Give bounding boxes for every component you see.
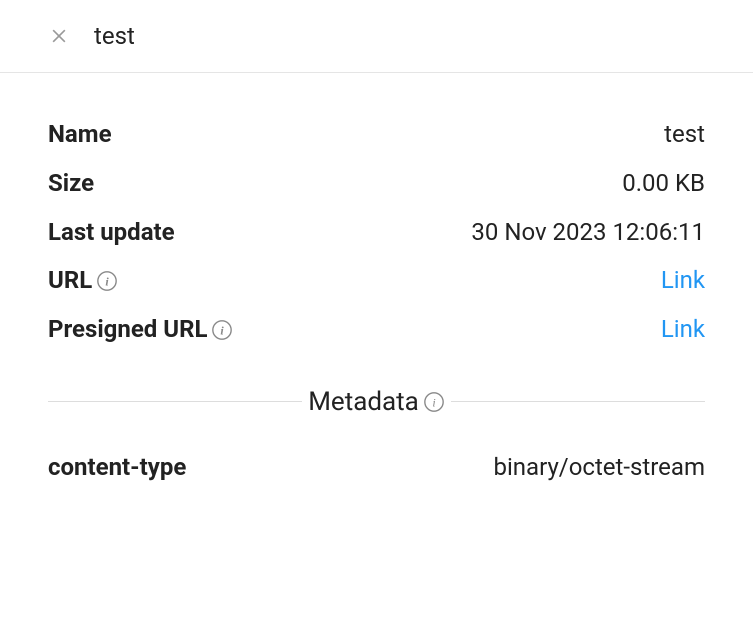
detail-row-last-update: Last update 30 Nov 2023 12:06:11 — [48, 215, 705, 250]
divider-line — [451, 401, 705, 402]
presigned-url-label: Presigned URL i — [48, 312, 233, 347]
presigned-url-link[interactable]: Link — [661, 312, 705, 347]
content-type-value: binary/octet-stream — [493, 453, 705, 481]
info-icon[interactable]: i — [423, 391, 445, 413]
url-label-text: URL — [48, 263, 92, 298]
detail-row-presigned-url: Presigned URL i Link — [48, 312, 705, 347]
details-content: Name test Size 0.00 KB Last update 30 No… — [0, 73, 753, 481]
last-update-value: 30 Nov 2023 12:06:11 — [471, 215, 705, 250]
metadata-row-content-type: content-type binary/octet-stream — [48, 453, 705, 481]
svg-text:i: i — [221, 323, 225, 337]
detail-row-url: URL i Link — [48, 263, 705, 298]
info-icon[interactable]: i — [211, 319, 233, 341]
svg-text:i: i — [106, 274, 110, 288]
presigned-url-label-text: Presigned URL — [48, 312, 207, 347]
content-type-label: content-type — [48, 453, 186, 481]
svg-text:i: i — [432, 396, 435, 410]
info-icon[interactable]: i — [96, 270, 118, 292]
detail-row-size: Size 0.00 KB — [48, 166, 705, 201]
size-value: 0.00 KB — [622, 166, 705, 201]
metadata-title-text: Metadata — [308, 387, 419, 417]
name-value: test — [664, 117, 705, 152]
url-label: URL i — [48, 263, 118, 298]
metadata-divider: Metadata i — [48, 387, 705, 417]
metadata-section-title: Metadata i — [302, 387, 451, 417]
name-label: Name — [48, 117, 112, 152]
close-icon[interactable] — [48, 25, 70, 47]
last-update-label: Last update — [48, 215, 175, 250]
panel-header: test — [0, 0, 753, 73]
size-label: Size — [48, 166, 94, 201]
panel-title: test — [94, 22, 135, 50]
divider-line — [48, 401, 302, 402]
detail-row-name: Name test — [48, 117, 705, 152]
url-link[interactable]: Link — [661, 263, 705, 298]
